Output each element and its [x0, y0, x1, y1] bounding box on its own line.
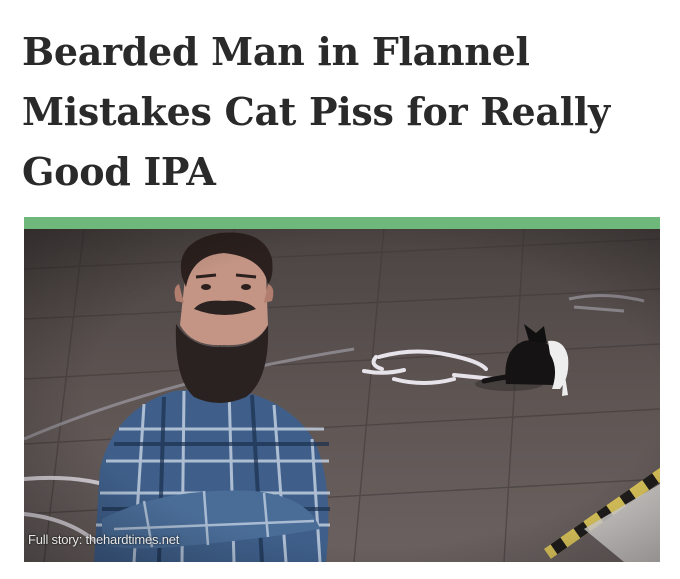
photo-illustration [24, 229, 660, 562]
article-photo[interactable] [24, 229, 660, 562]
headline-line-2: Mistakes Cat Piss for Really [22, 89, 610, 134]
headline-line-3: Good IPA [22, 149, 216, 194]
article-headline[interactable]: Bearded Man in Flannel Mistakes Cat Piss… [22, 22, 662, 202]
photo-credit: Full story: thehardtimes.net [28, 532, 180, 547]
headline-line-1: Bearded Man in Flannel [22, 29, 530, 74]
accent-divider [24, 217, 660, 229]
